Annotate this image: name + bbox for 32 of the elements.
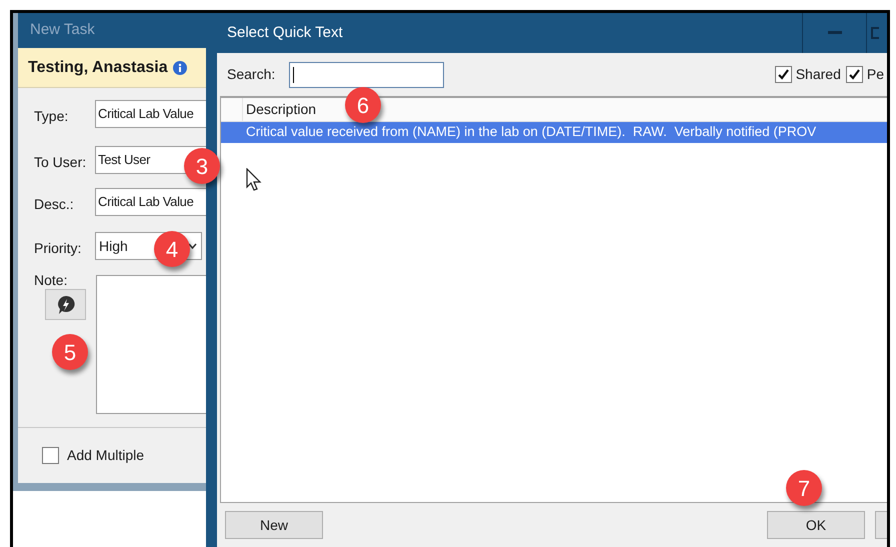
quick-text-button[interactable] [45, 289, 86, 320]
checkbox[interactable] [846, 66, 863, 83]
patient-name: Testing, Anastasia [28, 58, 168, 78]
speech-bubble-lightning-icon [56, 294, 76, 314]
search-field[interactable] [289, 62, 444, 88]
field-label: Priority: [34, 239, 82, 258]
text-field[interactable]: Critical Lab Value [95, 100, 206, 128]
field-label: Type: [34, 107, 68, 126]
checkbox[interactable] [42, 447, 59, 464]
field-label: Desc.: [34, 195, 74, 214]
window-title: New Task [30, 20, 95, 40]
check-icon [776, 68, 790, 81]
check-icon [848, 68, 861, 81]
checkbox[interactable] [774, 66, 792, 83]
minimize-icon [828, 31, 842, 35]
maximize-icon [871, 27, 879, 39]
field-label: To User: [34, 153, 86, 172]
checkbox-label: Pe [866, 65, 884, 84]
list-row[interactable]: Critical value received from (NAME) in the lab on (DATE/TIME). RAW. Verbally notified (PROV [221, 122, 887, 143]
note-field[interactable] [96, 275, 206, 414]
mouse-pointer-icon [246, 168, 264, 192]
column-header[interactable]: Description [243, 98, 316, 121]
dialog-button[interactable]: New [225, 511, 323, 539]
checkbox-label: Add Multiple [67, 446, 144, 465]
info-icon[interactable] [172, 60, 187, 74]
text-field[interactable]: Critical Lab Value [95, 188, 206, 216]
chevron-down-icon [188, 243, 197, 249]
checkbox-label: Shared [796, 65, 841, 84]
field-label: Note: [34, 271, 68, 290]
dialog-button[interactable]: OK [767, 511, 865, 539]
search-label: Search: [227, 65, 276, 84]
dialog-title: Select Quick Text [226, 22, 344, 43]
